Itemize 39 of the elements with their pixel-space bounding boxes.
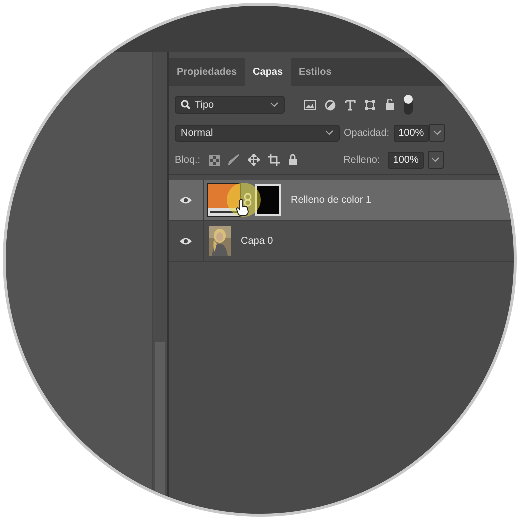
opacity-label: Opacidad: — [344, 128, 390, 138]
filter-value: Tipo — [195, 100, 216, 110]
type-filter-icon[interactable] — [345, 100, 356, 110]
panel-tab[interactable]: Capas — [245, 58, 292, 86]
panel-tab[interactable]: Propiedades — [169, 58, 246, 86]
blend-mode-dropdown[interactable]: Normal — [175, 124, 340, 142]
image-filter-icon[interactable] — [304, 100, 316, 110]
hand-cursor-icon — [236, 199, 250, 217]
fill-dropdown-button[interactable] — [428, 151, 444, 169]
panel-tab[interactable]: Estilos — [291, 58, 340, 86]
lock-icon[interactable] — [288, 154, 298, 166]
layer-name: Capa 0 — [241, 236, 274, 246]
filter-dropdown[interactable]: Tipo — [175, 96, 285, 114]
opacity-field[interactable]: 100% — [394, 124, 430, 142]
opacity-dropdown-button[interactable] — [429, 124, 446, 142]
layer-name: Relleno de color 1 — [291, 194, 372, 206]
chevron-icon — [325, 130, 334, 136]
filter-toggle[interactable] — [404, 95, 413, 115]
chevron-icon — [270, 102, 279, 108]
lock-pixels-icon[interactable] — [208, 154, 220, 166]
link-icon[interactable] — [244, 193, 252, 207]
mask-thumbnail — [255, 184, 281, 216]
fill-label: Relleno: — [344, 154, 380, 166]
crop-icon[interactable] — [268, 154, 280, 166]
smart-object-filter-icon[interactable] — [385, 99, 395, 111]
adjustment-filter-icon[interactable] — [325, 100, 336, 110]
chevron-icon — [432, 130, 442, 136]
fill-field[interactable]: 100% — [388, 152, 424, 168]
shape-filter-icon[interactable] — [365, 100, 376, 110]
brush-icon[interactable] — [228, 154, 240, 166]
move-icon[interactable] — [248, 154, 260, 166]
chevron-icon — [431, 157, 440, 163]
lock-label: Bloq.: — [175, 154, 201, 166]
search-icon — [181, 100, 191, 110]
eye-icon[interactable] — [179, 236, 193, 246]
eye-icon[interactable] — [179, 196, 193, 204]
fill-thumbnail — [207, 183, 241, 217]
layer-row[interactable]: Capa 0 — [169, 221, 514, 262]
blend-mode-value: Normal — [181, 128, 214, 138]
